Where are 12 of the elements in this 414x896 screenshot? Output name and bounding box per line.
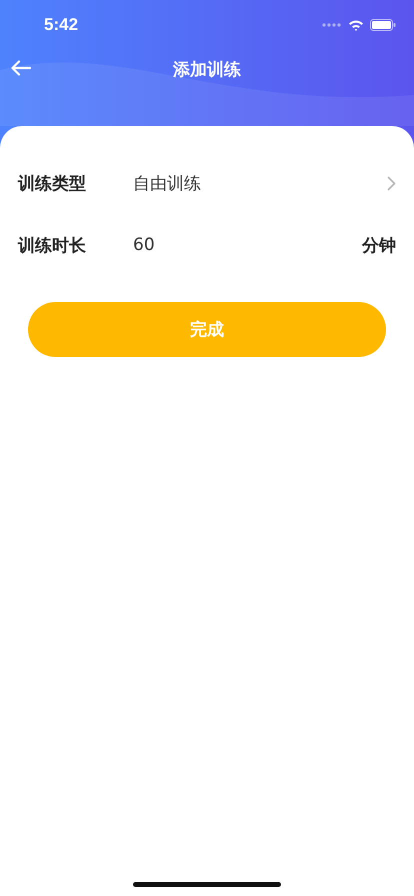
chevron-right-icon bbox=[387, 176, 396, 190]
page-title: 添加训练 bbox=[173, 58, 241, 80]
type-select[interactable]: 自由训练 bbox=[133, 172, 396, 194]
back-button[interactable] bbox=[10, 60, 32, 76]
field-label: 训练时长 bbox=[18, 234, 87, 256]
signal-icon bbox=[322, 22, 342, 28]
status-time: 5:42 bbox=[44, 15, 78, 35]
wifi-icon bbox=[348, 19, 364, 31]
field-label: 训练类型 bbox=[18, 172, 87, 194]
battery-icon bbox=[370, 19, 396, 31]
back-arrow-icon bbox=[10, 60, 32, 76]
unit-label: 分钟 bbox=[362, 234, 396, 256]
